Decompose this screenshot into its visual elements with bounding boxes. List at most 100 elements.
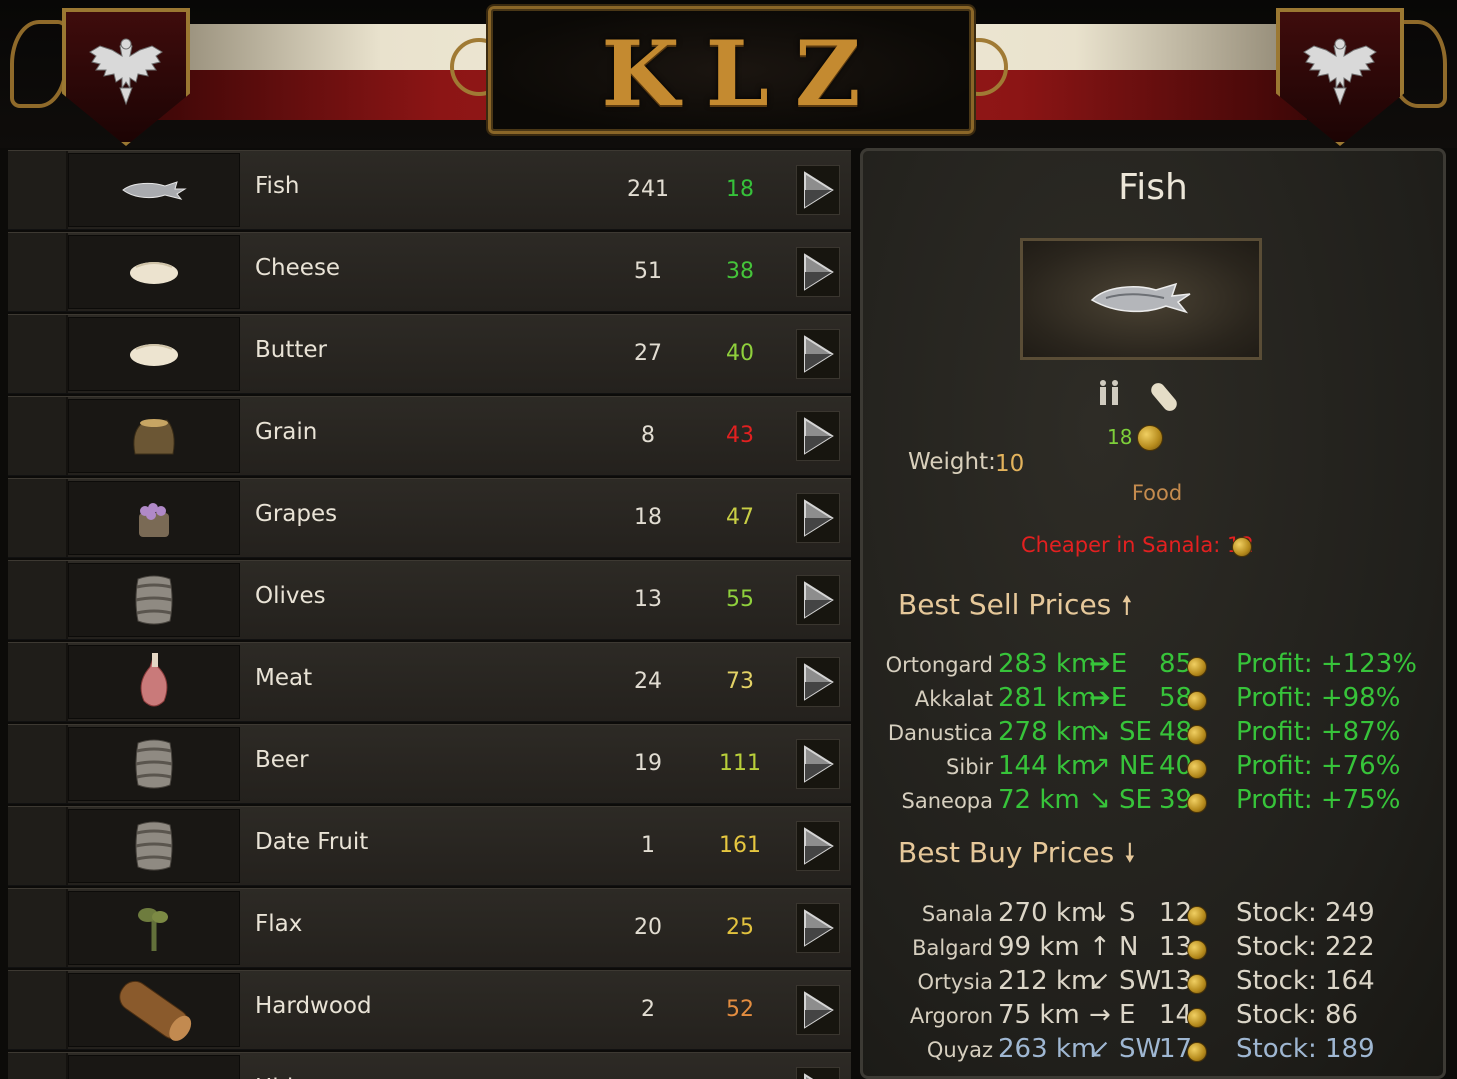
good-name: Fish [255,173,300,199]
city-distance: 278 km [998,717,1097,747]
good-price: 111 [719,751,761,776]
fish-icon [68,153,240,227]
select-arrow-button[interactable] [796,903,840,953]
arrow-up-icon: 🠕 [1121,591,1133,621]
city-name: Ortysia [917,970,993,994]
direction: ↗ NE [1089,751,1155,781]
good-quantity: 1 [641,833,655,858]
select-arrow-button[interactable] [796,575,840,625]
goods-row[interactable]: Hides8112 [8,1052,851,1079]
goods-row[interactable]: Butter 27 40 [8,314,851,394]
flax-icon [68,891,240,965]
goods-row[interactable]: Olives 13 55 [8,560,851,640]
weight-value: 10 [995,451,1025,477]
coin-icon [1187,691,1207,711]
trade-row: Argoron 75 km → E 14 Stock: 86 [863,1000,1443,1034]
city-distance: 263 km [998,1034,1097,1064]
play-arrow-icon [804,171,834,209]
ornament-left [10,20,68,108]
good-quantity: 20 [634,915,662,940]
city-name: Ortongard [885,653,993,677]
row-margin [8,807,68,885]
arrow-down-icon: 🠗 [1124,839,1136,869]
stock-value: Stock: 164 [1236,966,1375,996]
cheese-icon [68,235,240,309]
play-arrow-icon [804,417,834,455]
play-arrow-icon [804,909,834,947]
profit-value: Profit: +98% [1236,683,1401,713]
trade-row: Akkalat 281 km ➔E 58 Profit: +98% [863,683,1443,717]
good-detail-panel: Fish 18 Weight: 10 Food Cheaper in Sanal… [860,148,1446,1079]
hides-icon [68,1055,240,1079]
good-price: 73 [726,669,754,694]
good-quantity: 2 [641,997,655,1022]
good-quantity: 51 [634,259,662,284]
goods-row[interactable]: Fish 241 18 [8,150,851,230]
good-name: Grapes [255,501,338,527]
select-arrow-button[interactable] [796,739,840,789]
trade-row: Sanala 270 km ↓ S 12 Stock: 249 [863,898,1443,932]
direction: ↘ SE [1089,785,1152,815]
coin-icon [1137,425,1163,451]
select-arrow-button[interactable] [796,247,840,297]
eagle-crest-icon [1276,8,1404,146]
coin-icon [1187,1008,1207,1028]
coin-icon [1187,759,1207,779]
select-arrow-button[interactable] [796,1067,840,1079]
city-distance: 72 km [998,785,1080,815]
direction: ↙ SW [1089,1034,1162,1064]
row-margin [8,233,68,311]
goods-row[interactable]: Beer 19 111 [8,724,851,804]
select-arrow-button[interactable] [796,657,840,707]
wood-log-icon [68,973,240,1047]
trade-row: Quyaz 263 km ↙ SW 17 Stock: 189 [863,1034,1443,1068]
coin-icon [1187,940,1207,960]
coin-icon [1187,1042,1207,1062]
good-name: Olives [255,583,326,609]
row-margin [8,561,68,639]
row-margin [8,151,68,229]
row-margin [8,479,68,557]
goods-row[interactable]: Grain 8 43 [8,396,851,476]
select-arrow-button[interactable] [796,411,840,461]
city-distance: 99 km [998,932,1080,962]
grain-sack-icon [68,399,240,473]
city-name: Sibir [946,755,993,779]
good-quantity: 24 [634,669,662,694]
eagle-crest-icon [62,8,190,146]
title-plate: KLZ [488,6,974,134]
play-arrow-icon [804,663,834,701]
select-arrow-button[interactable] [796,493,840,543]
play-arrow-icon [804,253,834,291]
profit-value: Profit: +87% [1236,717,1401,747]
good-price: 18 [726,177,754,202]
goods-row[interactable]: Flax 20 25 [8,888,851,968]
goods-row[interactable]: Hardwood 2 52 [8,970,851,1050]
good-quantity: 8 [641,423,655,448]
goods-row[interactable]: Cheese 51 38 [8,232,851,312]
stock-value: Stock: 222 [1236,932,1375,962]
good-quantity: 241 [627,177,669,202]
goods-list[interactable]: Fish 241 18 Cheese 51 38 Butter 27 40 Grain 8 43 Gra… [8,148,851,1079]
good-price: 43 [726,423,754,448]
good-price: 47 [726,505,754,530]
select-arrow-button[interactable] [796,165,840,215]
select-arrow-button[interactable] [796,821,840,871]
select-arrow-button[interactable] [796,985,840,1035]
city-distance: 281 km [998,683,1097,713]
direction: ➔E [1089,683,1128,713]
goods-row[interactable]: Grapes 18 47 [8,478,851,558]
select-arrow-button[interactable] [796,329,840,379]
coin-icon [1187,725,1207,745]
direction: ↑ N [1089,932,1139,962]
good-quantity: 19 [634,751,662,776]
coin-icon [1187,793,1207,813]
goods-row[interactable]: Date Fruit 1 161 [8,806,851,886]
city-distance: 283 km [998,649,1097,679]
good-quantity: 13 [634,587,662,612]
city-name: Akkalat [914,687,993,711]
play-arrow-icon [804,991,834,1029]
weight-label: Weight: [908,449,996,475]
detail-price: 18 [1107,425,1133,449]
goods-row[interactable]: Meat 24 73 [8,642,851,722]
